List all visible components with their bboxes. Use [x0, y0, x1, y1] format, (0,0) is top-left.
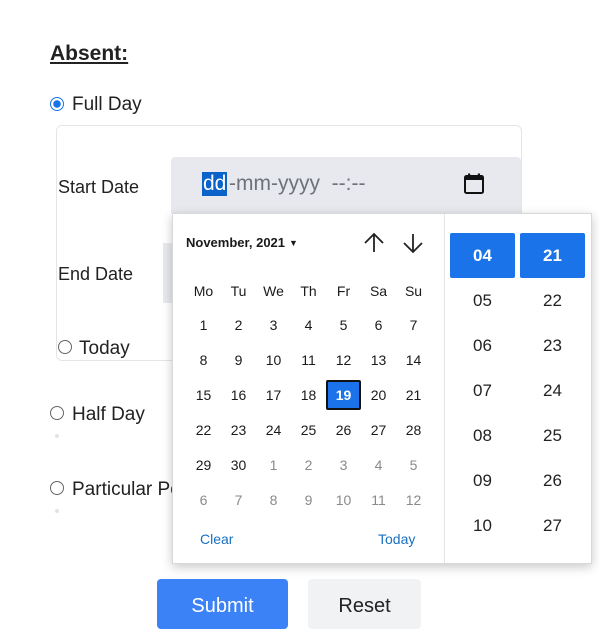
- calendar-day[interactable]: 11: [291, 345, 326, 375]
- calendar-day[interactable]: 26: [326, 415, 361, 445]
- weekday-header: Su: [404, 283, 423, 299]
- month-year-label: November, 2021: [186, 235, 286, 250]
- minute-option[interactable]: 25: [520, 413, 585, 458]
- calendar-day[interactable]: 22: [186, 415, 221, 445]
- full-day-label: Full Day: [72, 94, 142, 115]
- calendar-day[interactable]: 4: [291, 310, 326, 340]
- date-day-segment[interactable]: dd: [202, 172, 228, 196]
- calendar-day[interactable]: 3: [256, 310, 291, 340]
- calendar-day[interactable]: 6: [361, 310, 396, 340]
- calendar-day[interactable]: 29: [186, 450, 221, 480]
- minute-option[interactable]: 26: [520, 458, 585, 503]
- reset-button[interactable]: Reset: [308, 579, 421, 629]
- clear-button[interactable]: Clear: [200, 531, 233, 547]
- full-day-radio[interactable]: [50, 97, 64, 111]
- hour-option[interactable]: 07: [450, 368, 515, 413]
- calendar-day[interactable]: 28: [396, 415, 431, 445]
- hour-option[interactable]: 04: [450, 233, 515, 278]
- calendar-day[interactable]: 20: [361, 380, 396, 410]
- calendar-day[interactable]: 12: [326, 345, 361, 375]
- weekday-header: Fr: [336, 283, 351, 299]
- calendar-day[interactable]: 7: [221, 485, 256, 515]
- calendar-day[interactable]: 10: [256, 345, 291, 375]
- calendar-day[interactable]: 1: [186, 310, 221, 340]
- particular-label: Particular Po: [72, 479, 181, 500]
- calendar-day[interactable]: 24: [256, 415, 291, 445]
- calendar-day[interactable]: 3: [326, 450, 361, 480]
- submit-button[interactable]: Submit: [157, 579, 288, 629]
- calendar-day[interactable]: 11: [361, 485, 396, 515]
- calendar-day[interactable]: 27: [361, 415, 396, 445]
- weekday-header: Mo: [193, 283, 214, 299]
- calendar-day[interactable]: 5: [326, 310, 361, 340]
- calendar-day[interactable]: 2: [221, 310, 256, 340]
- calendar-day[interactable]: 12: [396, 485, 431, 515]
- minute-option[interactable]: 24: [520, 368, 585, 413]
- hour-option[interactable]: 08: [450, 413, 515, 458]
- absent-heading: Absent:: [50, 42, 129, 65]
- calendar-icon[interactable]: [462, 172, 486, 196]
- weekday-header: Sa: [369, 283, 388, 299]
- calendar-day[interactable]: 1: [256, 450, 291, 480]
- calendar-day[interactable]: 25: [291, 415, 326, 445]
- today-label: Today: [79, 338, 130, 359]
- minute-option[interactable]: 27: [520, 503, 585, 548]
- arrow-down-icon[interactable]: [401, 231, 425, 255]
- arrow-up-icon[interactable]: [362, 231, 386, 255]
- picker-divider: [444, 214, 445, 563]
- minute-option[interactable]: 21: [520, 233, 585, 278]
- hour-option[interactable]: 09: [450, 458, 515, 503]
- calendar-day[interactable]: 21: [396, 380, 431, 410]
- calendar-day-selected[interactable]: 19: [326, 380, 361, 410]
- calendar-day[interactable]: 18: [291, 380, 326, 410]
- half-day-radio[interactable]: [50, 406, 64, 420]
- calendar-day[interactable]: 8: [256, 485, 291, 515]
- calendar-day[interactable]: 23: [221, 415, 256, 445]
- calendar-day[interactable]: 9: [291, 485, 326, 515]
- weekday-header: Tu: [230, 283, 247, 299]
- particular-radio[interactable]: [50, 481, 64, 495]
- calendar-day[interactable]: 10: [326, 485, 361, 515]
- hour-option[interactable]: 06: [450, 323, 515, 368]
- calendar-day[interactable]: 9: [221, 345, 256, 375]
- calendar-day[interactable]: 7: [396, 310, 431, 340]
- date-rest-segment[interactable]: -mm-yyyy --:--: [229, 172, 365, 196]
- calendar-day[interactable]: 15: [186, 380, 221, 410]
- calendar-day[interactable]: 6: [186, 485, 221, 515]
- month-year-selector[interactable]: November, 2021 ▼: [186, 235, 298, 250]
- hour-option[interactable]: 05: [450, 278, 515, 323]
- particular-indicator: [55, 509, 59, 513]
- half-day-indicator: [55, 434, 59, 438]
- half-day-label: Half Day: [72, 404, 145, 425]
- caret-down-icon: ▼: [289, 238, 298, 248]
- start-date-input[interactable]: dd -mm-yyyy --:--: [171, 157, 521, 213]
- weekday-header: Th: [300, 283, 317, 299]
- minute-option[interactable]: 22: [520, 278, 585, 323]
- calendar-day[interactable]: 30: [221, 450, 256, 480]
- weekday-header: We: [263, 283, 284, 299]
- calendar-day[interactable]: 5: [396, 450, 431, 480]
- today-button[interactable]: Today: [378, 531, 415, 547]
- calendar-day[interactable]: 13: [361, 345, 396, 375]
- calendar-day[interactable]: 17: [256, 380, 291, 410]
- datetime-picker-popup: November, 2021 ▼ Mo Tu We Th Fr Sa Su 123456789…: [172, 213, 592, 564]
- minute-option[interactable]: 23: [520, 323, 585, 368]
- calendar-day[interactable]: 8: [186, 345, 221, 375]
- calendar-day[interactable]: 14: [396, 345, 431, 375]
- calendar-day[interactable]: 16: [221, 380, 256, 410]
- start-date-label: Start Date: [58, 177, 140, 197]
- calendar-day[interactable]: 4: [361, 450, 396, 480]
- hour-option[interactable]: 10: [450, 503, 515, 548]
- today-radio[interactable]: [58, 340, 72, 354]
- calendar-day[interactable]: 2: [291, 450, 326, 480]
- end-date-label: End Date: [58, 264, 134, 284]
